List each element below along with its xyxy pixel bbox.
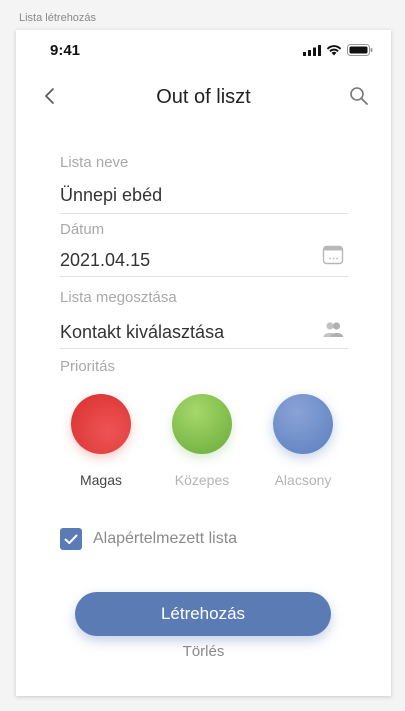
delete-link[interactable]: Törlés [16, 643, 391, 660]
date-input[interactable]: 2021.04.15 [60, 250, 150, 271]
default-list-checkbox[interactable] [60, 528, 82, 550]
search-icon [350, 87, 368, 105]
priority-medium-label: Közepes [174, 472, 230, 488]
priority-label: Prioritás [60, 358, 116, 375]
share-label: Lista megosztása [60, 289, 177, 306]
create-button[interactable]: Létrehozás [75, 592, 331, 636]
page-title: Out of liszt [156, 86, 251, 108]
signal-icon [303, 44, 321, 56]
artboard-label: Lista létrehozás [19, 12, 97, 24]
list-name-input[interactable]: Ünnepi ebéd [60, 185, 162, 206]
status-time: 9:41 [50, 42, 81, 59]
contacts-icon[interactable] [322, 319, 344, 341]
date-label: Dátum [60, 221, 105, 238]
priority-medium-button[interactable] [172, 394, 232, 454]
list-name-label: Lista neve [60, 154, 129, 171]
wifi-icon [326, 45, 342, 56]
calendar-icon[interactable] [322, 244, 344, 266]
share-divider [60, 348, 348, 349]
navigation-bar: Out of liszt [16, 80, 391, 116]
status-bar: 9:41 [16, 30, 391, 74]
priority-low-button[interactable] [273, 394, 333, 454]
list-name-divider [60, 213, 348, 214]
search-button[interactable] [347, 84, 371, 108]
default-list-label: Alapértelmezett lista [93, 530, 238, 547]
priority-low-label: Alacsony [274, 472, 332, 488]
contact-select-input[interactable]: Kontakt kiválasztása [60, 322, 224, 343]
phone-screen: 9:41 Out of liszt Lista neve Ünnepi ebéd… [16, 30, 391, 696]
battery-icon [347, 44, 373, 56]
priority-high-label: Magas [79, 472, 123, 488]
checkmark-icon [64, 534, 78, 544]
status-icons [303, 44, 373, 56]
date-divider [60, 276, 348, 277]
priority-high-button[interactable] [71, 394, 131, 454]
